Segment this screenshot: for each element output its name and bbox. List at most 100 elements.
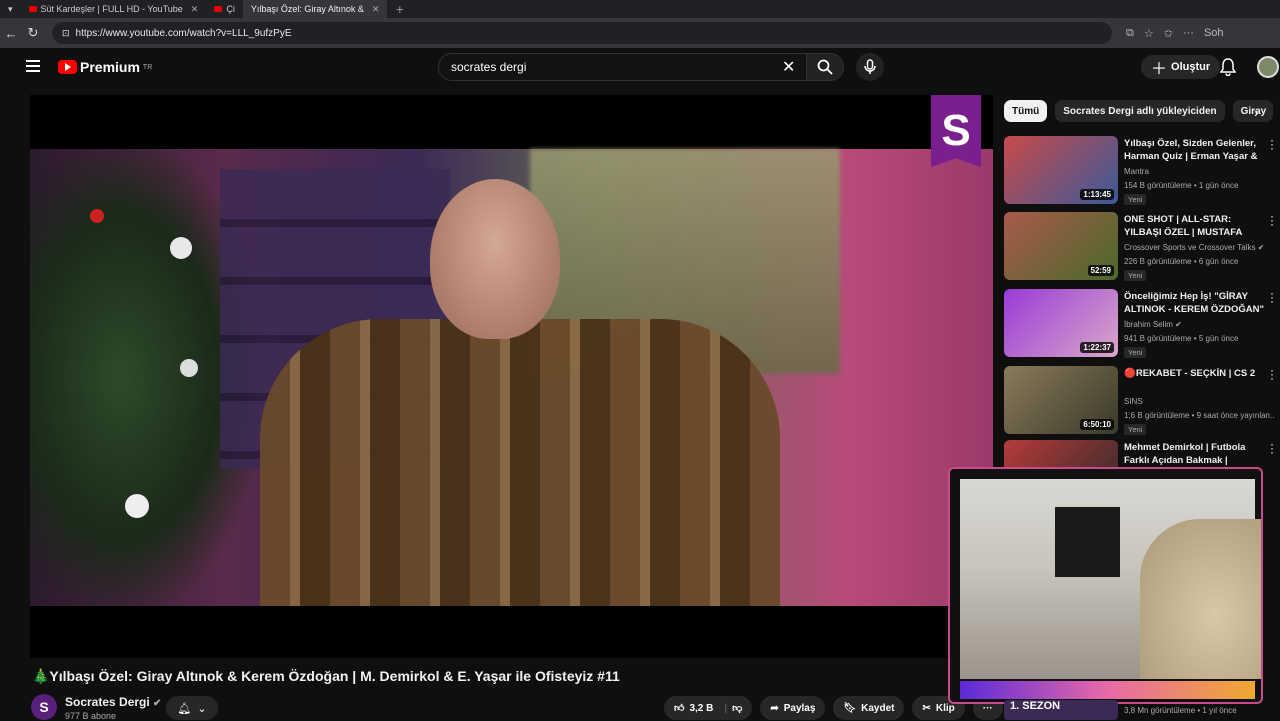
partial-thumbnail[interactable]: 1. SEZON — [1004, 700, 1118, 720]
rec-channel[interactable]: İbrahim Selim ✔ — [1124, 320, 1182, 329]
extensions-icon[interactable]: ⧉ — [1126, 27, 1134, 40]
more-vert-icon[interactable]: · · · — [1270, 210, 1274, 230]
back-icon[interactable]: ← — [0, 26, 22, 41]
bookmark-icon: 🔖︎ — [843, 702, 857, 714]
list-item[interactable]: 6:50:10 🔴REKABET - SEÇKİN | CS 2 SINS 1,… — [1004, 364, 1280, 438]
save-label: Kaydet — [861, 702, 895, 714]
clip-label: Klip — [935, 702, 955, 714]
rec-meta: 941 B görüntüleme • 5 gün önce — [1124, 334, 1239, 343]
like-button[interactable]: 👍︎ 3,2 B | 👎︎ — [664, 696, 753, 720]
channel-name[interactable]: Socrates Dergi ✔ — [65, 695, 161, 709]
close-tab-icon[interactable]: ✕ — [191, 4, 199, 15]
rec-title[interactable]: Önceliğimiz Hep İş! "GİRAY ALTINOK - KER… — [1124, 290, 1266, 317]
rec-meta: 154 B görüntüleme • 1 gün önce — [1124, 181, 1239, 190]
browser-tab-3[interactable]: Yılbaşı Özel: Giray Altınok & ✕ — [242, 0, 388, 18]
channel-name-text: Socrates Dergi — [65, 695, 150, 709]
voice-search-button[interactable] — [856, 53, 884, 81]
rec-meta: 1,6 B görüntüleme • 9 saat önce yayınlan… — [1124, 411, 1274, 420]
plus-icon: ＋ — [1151, 61, 1168, 78]
notifications-button[interactable] — [1219, 58, 1237, 81]
account-avatar[interactable] — [1257, 56, 1279, 78]
duration-badge: 52:59 — [1087, 265, 1114, 276]
chevron-right-icon[interactable]: › — [1254, 104, 1259, 120]
rec-title[interactable]: Yılbaşı Özel, Sizden Gelenler, Harman Qu… — [1124, 137, 1266, 164]
new-badge: Yeni — [1124, 424, 1147, 435]
tab-list-button[interactable]: ▾ — [0, 0, 21, 18]
range-hood-image — [1055, 507, 1120, 577]
more-vert-icon[interactable]: · · · — [1270, 364, 1274, 384]
profile-label[interactable]: Soh — [1204, 27, 1224, 40]
more-vert-icon[interactable]: · · · — [1270, 287, 1274, 307]
rec-channel[interactable]: SINS — [1124, 397, 1143, 406]
chip-giray[interactable]: Giray — [1232, 100, 1273, 122]
list-item[interactable]: 52:59 ONE SHOT | ALL-STAR: YILBAŞI ÖZEL … — [1004, 210, 1280, 284]
browser-toolbar: ← ↻ ⊡ https://www.youtube.com/watch?v=LL… — [0, 18, 1280, 48]
rec-channel[interactable]: Mantra — [1124, 167, 1149, 176]
share-button[interactable]: ➦ Paylaş — [760, 696, 826, 720]
video-thumbnail[interactable]: 1:22:37 — [1004, 289, 1118, 357]
url-text: https://www.youtube.com/watch?v=LLL_9ufz… — [75, 27, 292, 39]
list-item[interactable]: 1:13:45 Yılbaşı Özel, Sizden Gelenler, H… — [1004, 134, 1280, 208]
browser-tab-label: Çi — [226, 4, 235, 14]
scissors-icon: ✂ — [922, 702, 931, 714]
more-vert-icon[interactable]: · · · — [1270, 134, 1274, 154]
rec-channel[interactable]: Crossover Sports ve Crossover Talks ✔ — [1124, 243, 1264, 252]
rec-title[interactable]: ONE SHOT | ALL-STAR: YILBAŞI ÖZEL | MUST… — [1124, 213, 1266, 240]
rec-title[interactable]: Mehmet Demirkol | Futbola Farklı Açıdan … — [1124, 441, 1266, 468]
clear-search-icon[interactable]: ✕ — [782, 57, 795, 77]
video-thumbnail[interactable]: 6:50:10 — [1004, 366, 1118, 434]
notification-preference-button[interactable]: 🔔︎ ⌄ — [166, 696, 218, 720]
share-label: Paylaş — [783, 702, 816, 714]
ornament — [90, 209, 104, 223]
browser-tab-bar: ▾ Süt Kardeşler | FULL HD - YouTube ✕ Çi… — [0, 0, 1280, 18]
bell-icon: 🔔︎ — [177, 702, 192, 715]
rec-channel-text: İbrahim Selim — [1124, 320, 1173, 329]
save-button[interactable]: 🔖︎ Kaydet — [833, 696, 905, 720]
menu-icon[interactable] — [26, 60, 40, 75]
channel-avatar[interactable]: S — [31, 694, 57, 720]
create-label: Oluştur — [1171, 61, 1211, 73]
guest-head-image — [430, 179, 560, 339]
youtube-play-icon — [58, 60, 77, 74]
chevron-down-icon: ⌄ — [197, 702, 207, 715]
webcam-overlay — [948, 467, 1263, 704]
browser-tab-2[interactable]: Çi — [206, 0, 243, 18]
search-input[interactable]: socrates dergi — [438, 53, 808, 81]
streamer-image — [1140, 519, 1261, 679]
youtube-logo[interactable]: Premium TR — [58, 59, 152, 75]
more-vert-icon[interactable]: · · · — [1270, 438, 1274, 458]
microphone-icon — [864, 59, 876, 74]
logo-text: Premium — [80, 59, 140, 75]
duration-badge: 1:13:45 — [1080, 189, 1114, 200]
rec-meta: 3,8 Mn görüntüleme • 1 yıl önce — [1124, 706, 1237, 715]
favorites-icon[interactable]: ☆ — [1144, 27, 1154, 40]
browser-tab-label: Yılbaşı Özel: Giray Altınok & — [250, 4, 364, 14]
video-player[interactable]: S — [30, 95, 993, 658]
chip-all[interactable]: Tümü — [1004, 100, 1048, 122]
channel-watermark-logo: S — [931, 95, 981, 167]
thumbs-down-icon[interactable]: 👎︎ — [732, 702, 742, 714]
filter-chips: Tümü Socrates Dergi adlı yükleyiciden Gi… — [1004, 100, 1273, 122]
like-count: 3,2 B — [689, 702, 714, 714]
ornament — [180, 359, 198, 377]
search-button[interactable] — [806, 53, 844, 81]
webcam-feed — [960, 479, 1261, 679]
video-thumbnail[interactable]: 1:13:45 — [1004, 136, 1118, 204]
youtube-favicon-icon — [28, 6, 37, 12]
video-thumbnail[interactable]: 52:59 — [1004, 212, 1118, 280]
ornament — [125, 494, 149, 518]
list-item[interactable]: 1:22:37 Önceliğimiz Hep İş! "GİRAY ALTIN… — [1004, 287, 1280, 361]
new-badge: Yeni — [1124, 347, 1147, 358]
collections-icon[interactable]: ✩ — [1164, 27, 1173, 40]
browser-tab-1[interactable]: Süt Kardeşler | FULL HD - YouTube ✕ — [21, 0, 207, 18]
toolbar-icons: ⧉ ☆ ✩ ··· Soh — [1126, 27, 1224, 40]
address-bar[interactable]: ⊡ https://www.youtube.com/watch?v=LLL_9u… — [52, 22, 1112, 44]
close-tab-icon[interactable]: ✕ — [372, 4, 380, 15]
menu-icon[interactable]: ··· — [1183, 27, 1194, 40]
create-button[interactable]: ＋ Oluştur — [1141, 55, 1221, 79]
rec-title[interactable]: 🔴REKABET - SEÇKİN | CS 2 — [1124, 367, 1266, 380]
lock-icon: ⊡ — [62, 27, 70, 38]
new-tab-button[interactable]: ＋ — [387, 0, 412, 18]
chip-from-uploader[interactable]: Socrates Dergi adlı yükleyiciden — [1055, 100, 1225, 122]
reload-icon[interactable]: ↻ — [22, 25, 44, 41]
